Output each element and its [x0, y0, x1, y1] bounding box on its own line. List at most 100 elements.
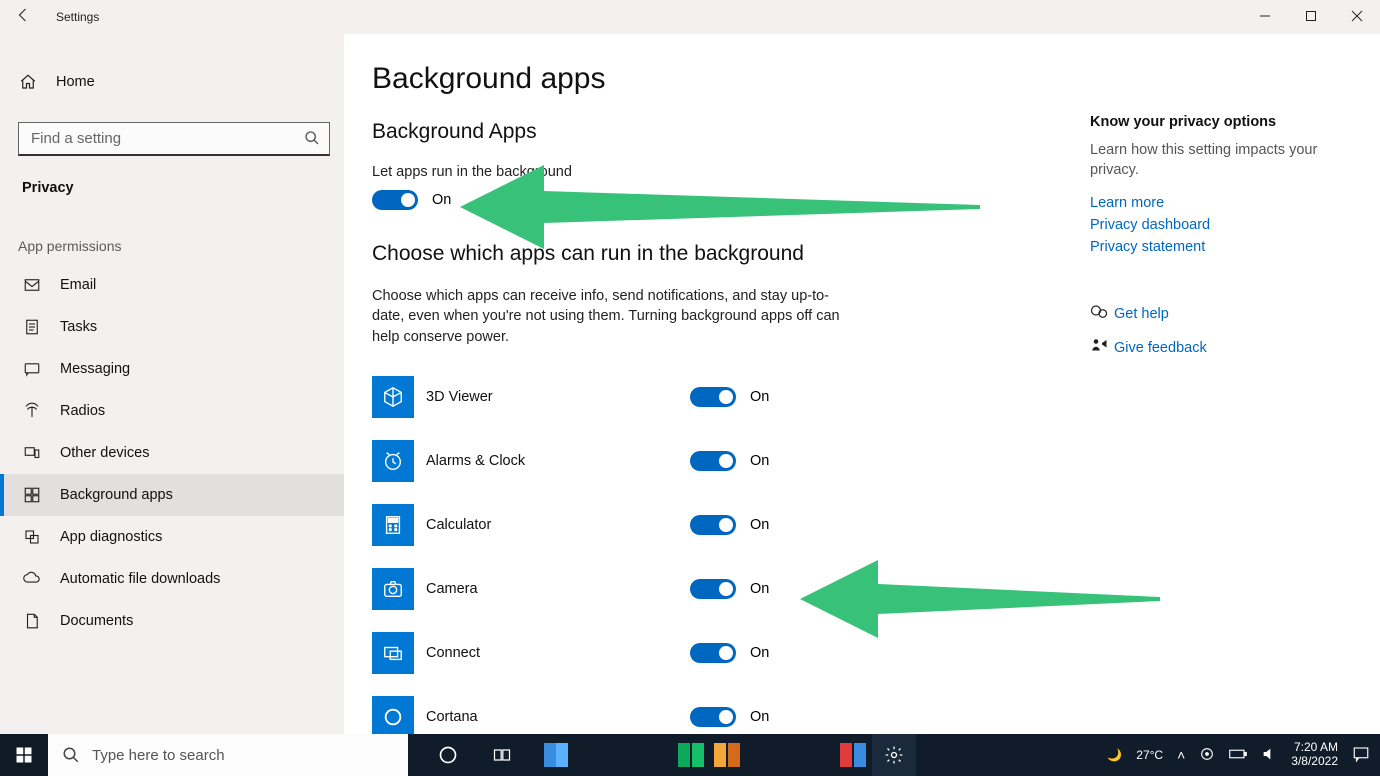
- app-row: 3D Viewer On: [372, 365, 1350, 429]
- sidebar-item-label: Tasks: [60, 319, 97, 335]
- taskbar-search-placeholder: Type here to search: [92, 747, 225, 764]
- aside-info: Learn how this setting impacts your priv…: [1090, 140, 1350, 181]
- app-toggle-state: On: [750, 453, 769, 469]
- tray-battery-icon[interactable]: [1229, 748, 1247, 763]
- app-toggle-alarms[interactable]: [690, 451, 736, 471]
- weather-icon[interactable]: 🌙: [1107, 748, 1122, 762]
- sidebar-item-background-apps[interactable]: Background apps: [0, 474, 344, 516]
- document-icon: [22, 612, 42, 630]
- weather-temp[interactable]: 27°C: [1136, 748, 1163, 762]
- app-toggle-calculator[interactable]: [690, 515, 736, 535]
- link-get-help[interactable]: Get help: [1114, 306, 1169, 322]
- app-toggle-3d-viewer[interactable]: [690, 387, 736, 407]
- app-toggle-camera[interactable]: [690, 579, 736, 599]
- sidebar-item-messaging[interactable]: Messaging: [0, 348, 344, 390]
- sidebar-item-label: Background apps: [60, 487, 173, 503]
- app-toggle-state: On: [750, 709, 769, 725]
- sidebar: Home Privacy App permissions Email Tasks…: [0, 34, 344, 734]
- taskbar-clock[interactable]: 7:20 AM 3/8/2022: [1291, 741, 1338, 769]
- taskbar-app-group[interactable]: [678, 743, 740, 767]
- app-row: Calculator On: [372, 493, 1350, 557]
- link-give-feedback[interactable]: Give feedback: [1114, 340, 1207, 356]
- app-name: 3D Viewer: [426, 389, 666, 405]
- app-icon-connect: [372, 632, 414, 674]
- taskbar-cortana[interactable]: [426, 734, 470, 776]
- main-content: Background apps Background Apps Let apps…: [344, 34, 1380, 734]
- app-toggle-state: On: [750, 517, 769, 533]
- tray-chevron-icon[interactable]: ˄: [1177, 747, 1185, 763]
- sidebar-item-label: App diagnostics: [60, 529, 162, 545]
- window-title: Settings: [56, 10, 99, 24]
- feedback-icon: [1090, 337, 1114, 359]
- app-list: 3D Viewer On Alarms & Clock On Calculato…: [372, 365, 1350, 734]
- radios-icon: [22, 402, 42, 420]
- app-row: Camera On: [372, 557, 1350, 621]
- app-name: Connect: [426, 645, 666, 661]
- minimize-button[interactable]: [1242, 0, 1288, 32]
- taskbar-task-view[interactable]: [480, 734, 524, 776]
- app-toggle-state: On: [750, 645, 769, 661]
- cloud-download-icon: [22, 570, 42, 588]
- section-description: Choose which apps can receive info, send…: [372, 286, 852, 347]
- app-toggle-cortana[interactable]: [690, 707, 736, 727]
- section-heading-privacy: Privacy: [0, 156, 344, 204]
- other-devices-icon: [22, 444, 42, 462]
- app-name: Camera: [426, 581, 666, 597]
- sidebar-item-label: Other devices: [60, 445, 149, 461]
- sidebar-item-label: Documents: [60, 613, 133, 629]
- taskbar-app-1[interactable]: [534, 734, 578, 776]
- taskbar-search[interactable]: Type here to search: [48, 734, 408, 776]
- app-icon-camera: [372, 568, 414, 610]
- app-row: Cortana On: [372, 685, 1350, 734]
- link-learn-more[interactable]: Learn more: [1090, 195, 1350, 211]
- nav-home-label: Home: [56, 74, 95, 90]
- sidebar-item-app-diagnostics[interactable]: App diagnostics: [0, 516, 344, 558]
- close-button[interactable]: [1334, 0, 1380, 32]
- home-icon: [18, 73, 38, 91]
- page-title: Background apps: [372, 62, 1350, 96]
- link-privacy-dashboard[interactable]: Privacy dashboard: [1090, 217, 1350, 233]
- link-privacy-statement[interactable]: Privacy statement: [1090, 239, 1350, 255]
- app-icon-3d-viewer: [372, 376, 414, 418]
- aside-heading: Know your privacy options: [1090, 114, 1350, 130]
- aside: Know your privacy options Learn how this…: [1090, 114, 1350, 359]
- search-icon: [304, 130, 320, 151]
- sidebar-item-other-devices[interactable]: Other devices: [0, 432, 344, 474]
- taskbar-settings[interactable]: [872, 734, 916, 776]
- search-icon: [62, 746, 80, 764]
- app-toggle-state: On: [750, 581, 769, 597]
- back-button[interactable]: [0, 6, 48, 29]
- sidebar-item-automatic-downloads[interactable]: Automatic file downloads: [0, 558, 344, 600]
- master-toggle-state: On: [432, 192, 451, 208]
- tray-volume-icon[interactable]: [1261, 746, 1277, 765]
- app-row: Connect On: [372, 621, 1350, 685]
- app-toggle-state: On: [750, 389, 769, 405]
- tray-location-icon[interactable]: [1199, 746, 1215, 765]
- sidebar-item-tasks[interactable]: Tasks: [0, 306, 344, 348]
- app-name: Alarms & Clock: [426, 453, 666, 469]
- sidebar-item-email[interactable]: Email: [0, 264, 344, 306]
- app-icon-calculator: [372, 504, 414, 546]
- app-toggle-connect[interactable]: [690, 643, 736, 663]
- nav-home[interactable]: Home: [0, 62, 344, 102]
- app-icon-cortana: [372, 696, 414, 734]
- section-subheading-permissions: App permissions: [0, 204, 344, 264]
- maximize-button[interactable]: [1288, 0, 1334, 32]
- sidebar-item-label: Automatic file downloads: [60, 571, 220, 587]
- search-input[interactable]: [18, 122, 330, 156]
- master-toggle[interactable]: [372, 190, 418, 210]
- sidebar-item-label: Radios: [60, 403, 105, 419]
- app-icon-alarms: [372, 440, 414, 482]
- sidebar-item-label: Email: [60, 277, 96, 293]
- messaging-icon: [22, 360, 42, 378]
- start-button[interactable]: [0, 734, 48, 776]
- sidebar-item-documents[interactable]: Documents: [0, 600, 344, 642]
- action-center-icon[interactable]: [1352, 745, 1370, 766]
- app-name: Cortana: [426, 709, 666, 725]
- help-icon: [1090, 303, 1114, 325]
- taskbar-date: 3/8/2022: [1291, 755, 1338, 769]
- taskbar-app-group-2[interactable]: [840, 743, 866, 767]
- sidebar-item-radios[interactable]: Radios: [0, 390, 344, 432]
- tasks-icon: [22, 318, 42, 336]
- sidebar-item-label: Messaging: [60, 361, 130, 377]
